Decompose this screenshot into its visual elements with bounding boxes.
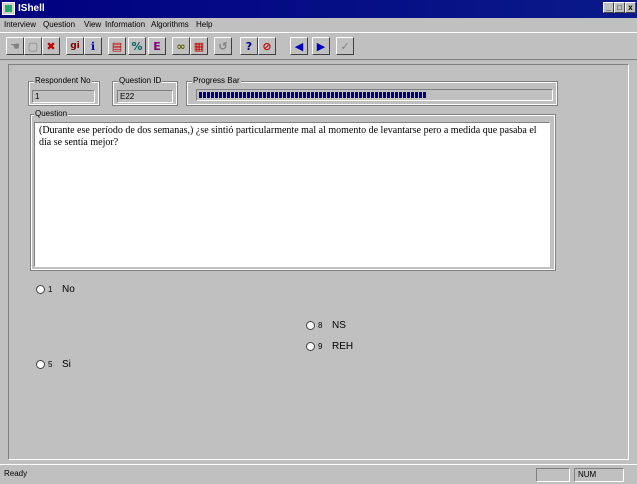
- menu-algorithms[interactable]: Algorithms: [151, 20, 189, 29]
- answer-code: 8: [318, 321, 323, 330]
- answer-label: NS: [332, 320, 346, 331]
- radio-button[interactable]: [36, 285, 45, 294]
- answer-code: 5: [48, 360, 53, 369]
- progress-bar: [196, 89, 553, 101]
- radio-button[interactable]: [36, 360, 45, 369]
- question-id-label: Question ID: [118, 76, 163, 85]
- stop-icon[interactable]: ⊘: [258, 37, 276, 55]
- question-label: Question: [34, 109, 69, 118]
- help-icon[interactable]: ?: [240, 37, 258, 55]
- status-bar: Ready NUM: [0, 464, 637, 484]
- edit-icon[interactable]: E: [148, 37, 166, 55]
- answer-label: Si: [62, 359, 71, 370]
- minimize-button[interactable]: _: [603, 2, 614, 13]
- respondent-label: Respondent No: [34, 76, 92, 85]
- colors-icon[interactable]: ▦: [190, 37, 208, 55]
- respondent-field: 1: [32, 90, 95, 103]
- status-panel-empty: [536, 468, 570, 482]
- status-text: Ready: [4, 469, 28, 478]
- answer-label: REH: [332, 341, 354, 352]
- chart-icon[interactable]: ∞: [172, 37, 190, 55]
- radio-button[interactable]: [306, 321, 315, 330]
- toolbar: ☚ ▢ ✖ gi ℹ ▤ % E ∞ ▦ ↺ ? ⊘ ◀ ▶ ✓: [0, 32, 637, 60]
- blank-icon[interactable]: ▢: [24, 37, 42, 55]
- progress-fill: [199, 92, 427, 98]
- menu-view[interactable]: View: [84, 20, 101, 29]
- menu-bar: Interview Question View Information Algo…: [0, 18, 637, 32]
- answer-option-si[interactable]: 5 Si: [36, 359, 71, 370]
- gi-icon[interactable]: gi: [66, 37, 84, 55]
- next-icon[interactable]: ▶: [312, 37, 330, 55]
- delete-icon[interactable]: ✖: [42, 37, 60, 55]
- prev-icon[interactable]: ◀: [290, 37, 308, 55]
- info-icon[interactable]: ℹ: [84, 37, 102, 55]
- radio-button[interactable]: [306, 342, 315, 351]
- menu-help[interactable]: Help: [196, 20, 212, 29]
- maximize-button[interactable]: □: [614, 2, 625, 13]
- menu-information[interactable]: Information: [105, 20, 145, 29]
- answer-label: No: [62, 284, 75, 295]
- percent-icon[interactable]: %: [128, 37, 146, 55]
- answer-option-no[interactable]: 1 No: [36, 284, 75, 295]
- answer-code: 9: [318, 342, 323, 351]
- question-text: (Durante ese período de dos semanas,) ¿s…: [34, 122, 550, 267]
- answer-option-reh[interactable]: 9 REH: [306, 341, 353, 352]
- question-id-field: E22: [117, 90, 173, 103]
- check-icon[interactable]: ✓: [336, 37, 354, 55]
- menu-interview[interactable]: Interview: [4, 20, 36, 29]
- menu-question[interactable]: Question: [43, 20, 75, 29]
- answer-option-ns[interactable]: 8 NS: [306, 320, 346, 331]
- back-pointer-icon[interactable]: ☚: [6, 37, 24, 55]
- status-num: NUM: [574, 468, 624, 482]
- refresh-icon[interactable]: ↺: [214, 37, 232, 55]
- book-icon[interactable]: ▤: [108, 37, 126, 55]
- app-icon: [2, 2, 15, 15]
- title-bar: IShell _ □ x: [0, 0, 637, 18]
- window-title: IShell: [18, 3, 45, 14]
- close-button[interactable]: x: [625, 2, 636, 13]
- progress-label: Progress Bar: [192, 76, 241, 85]
- answer-code: 1: [48, 285, 53, 294]
